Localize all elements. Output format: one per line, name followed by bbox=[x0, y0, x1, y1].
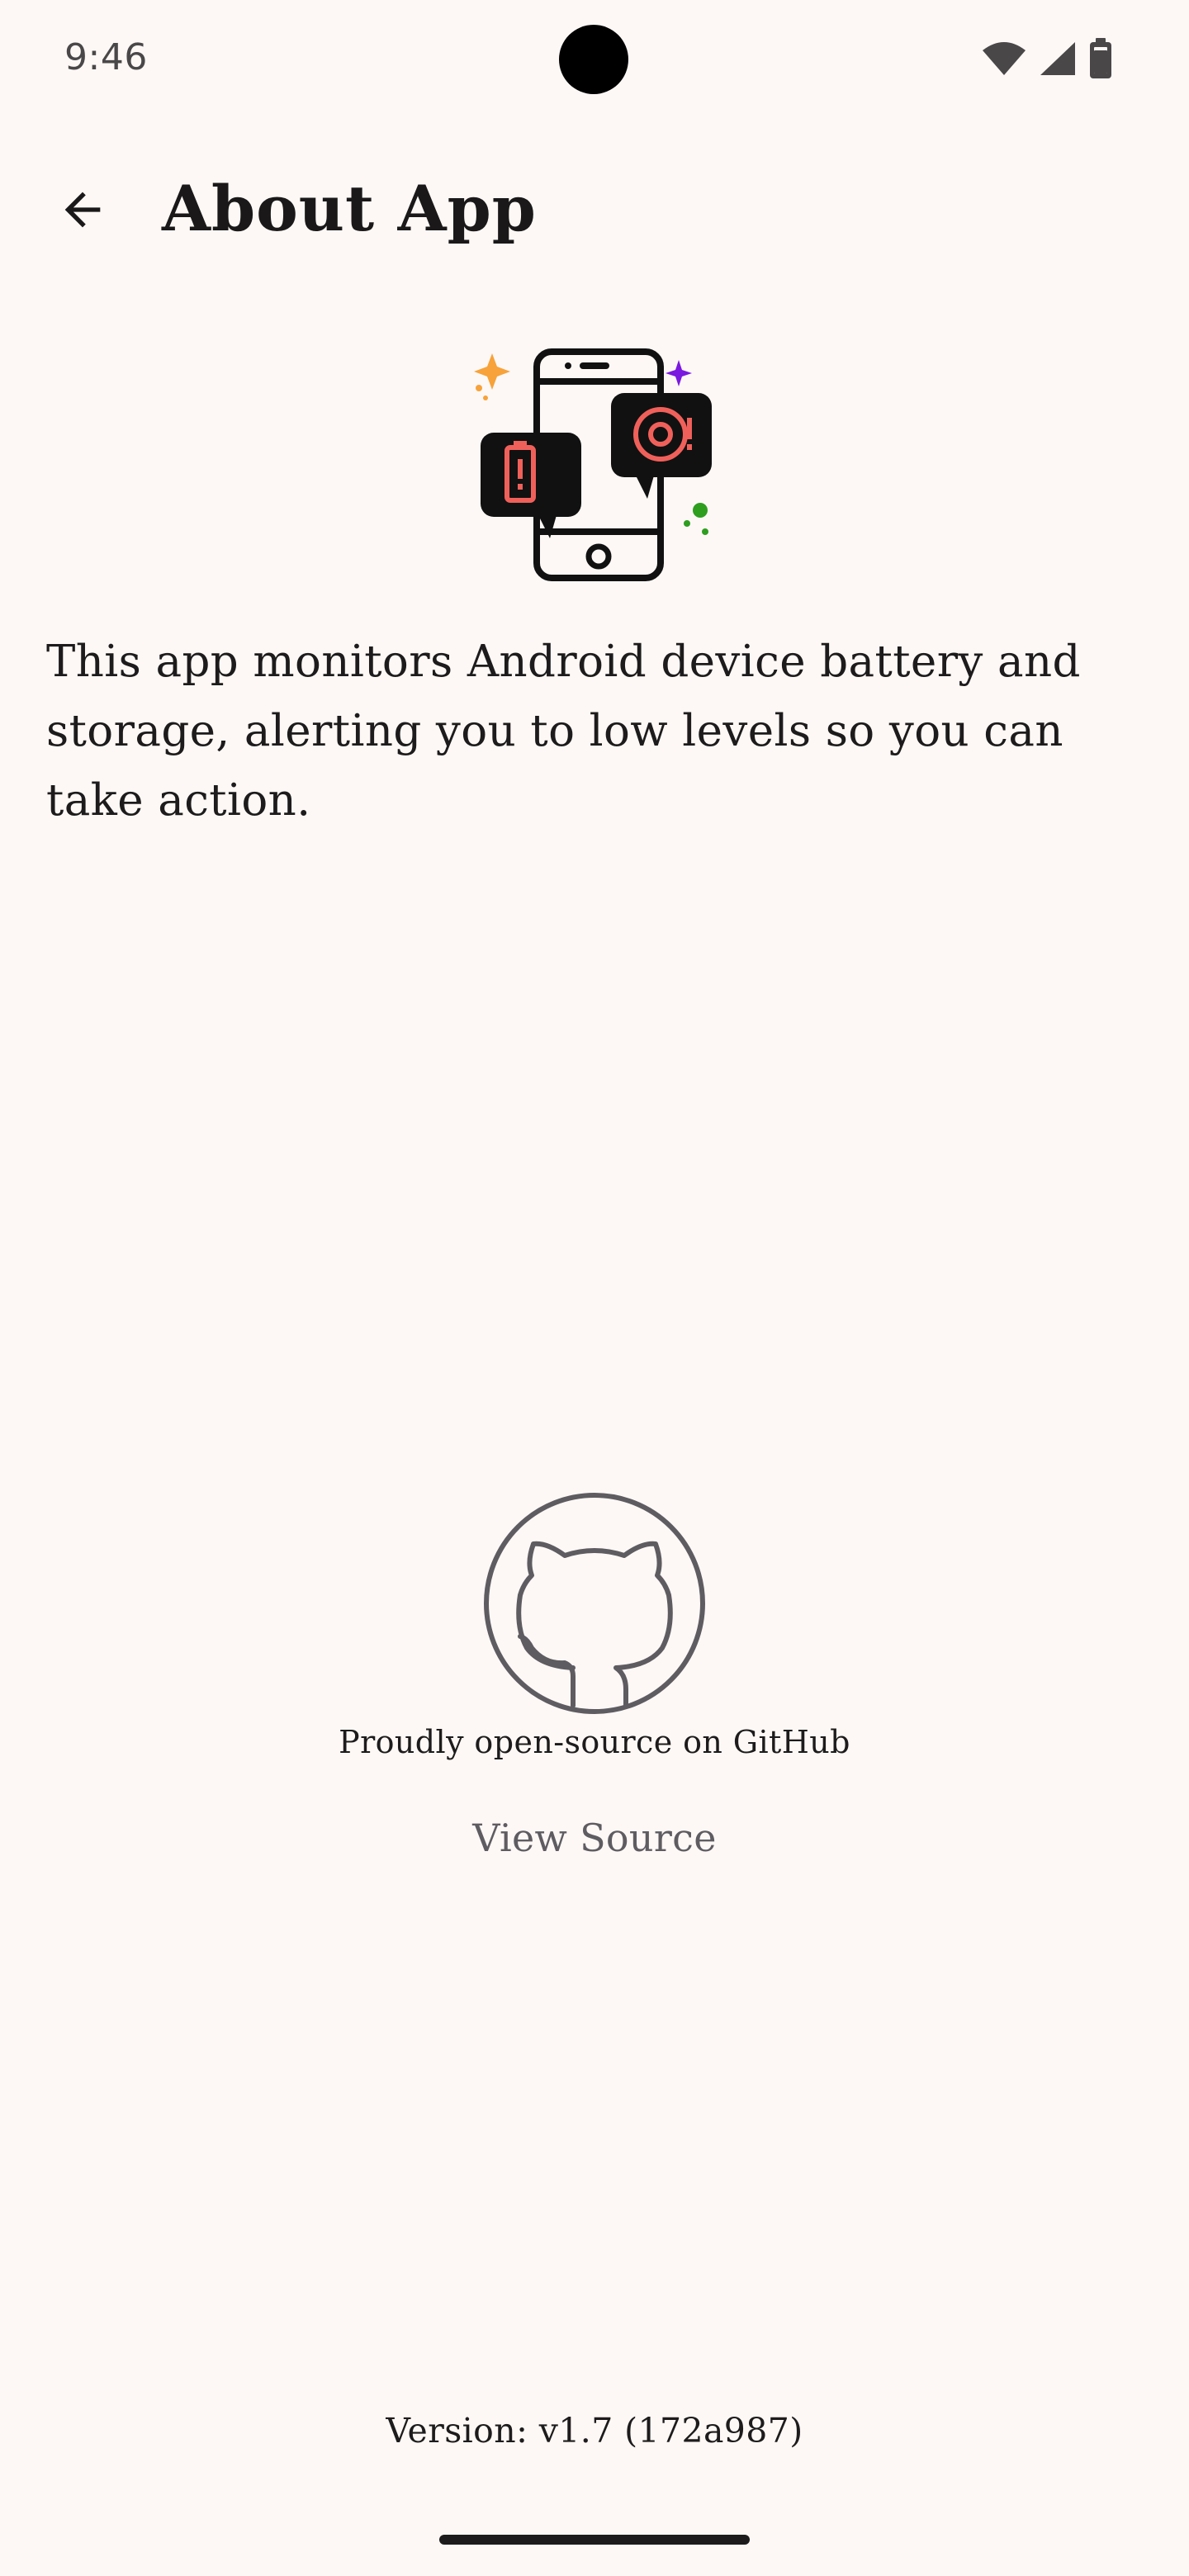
status-icons bbox=[981, 38, 1113, 79]
version-label: Version: v1.7 (172a987) bbox=[386, 2411, 803, 2451]
cellular-signal-icon bbox=[1039, 40, 1077, 77]
github-icon bbox=[482, 1491, 707, 1716]
phone-alerts-illustration bbox=[471, 340, 718, 588]
status-bar: 9:46 bbox=[0, 0, 1189, 124]
back-button[interactable] bbox=[43, 170, 122, 249]
arrow-back-icon bbox=[64, 192, 101, 228]
camera-cutout bbox=[559, 25, 628, 94]
wifi-icon bbox=[981, 40, 1027, 77]
view-source-button[interactable]: View Source bbox=[429, 1805, 760, 1871]
github-caption: Proudly open-source on GitHub bbox=[339, 1724, 850, 1760]
top-app-bar: About App bbox=[0, 149, 1189, 272]
gesture-navigation-bar[interactable] bbox=[439, 2535, 750, 2545]
app-description: This app monitors Android device battery… bbox=[46, 637, 1081, 826]
battery-icon bbox=[1088, 38, 1113, 79]
status-time: 9:46 bbox=[64, 36, 148, 78]
page-title: About App bbox=[162, 172, 537, 245]
